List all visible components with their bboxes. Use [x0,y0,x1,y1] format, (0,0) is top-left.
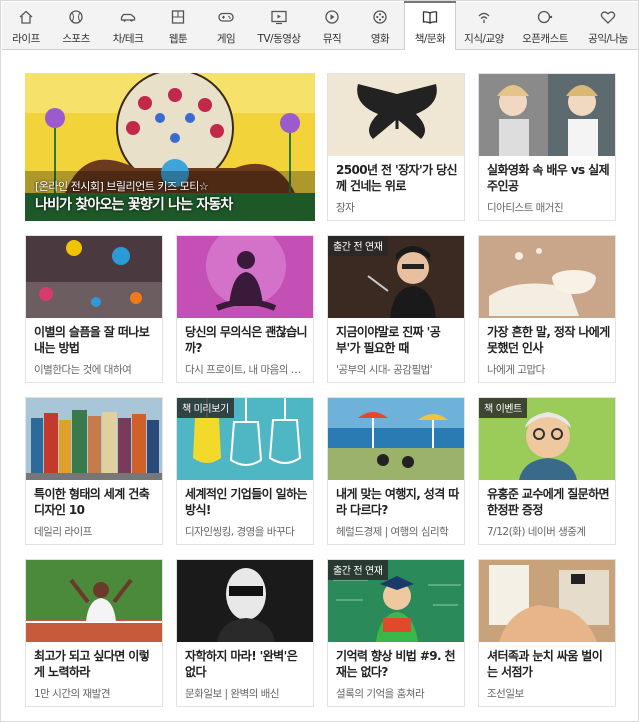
article-source: 헤럴드경제 | 여행의 심리학 [336,526,449,538]
feature-tag: [온라인 전시회] 브릴리언트 키즈 모티☆ [35,180,209,193]
gamepad-icon [202,8,250,30]
tab-car-tech[interactable]: 차/테크 [102,2,154,49]
feature-card[interactable]: [온라인 전시회] 브릴리언트 키즈 모티☆ 나비가 찾아오는 꽃향기 나는 자… [25,73,315,221]
article-title: 당신의 무의식은 괜찮습니까? [185,325,308,355]
article-card[interactable]: 가장 흔한 말, 정작 나에게 못했던 인사 나에게 고맙다 [478,235,616,383]
article-title: 내게 맞는 여행지, 성격 따라 다르다? [336,487,459,517]
open-book-icon [405,8,455,30]
article-title: 가장 흔한 말, 정작 나에게 못했던 인사 [487,325,610,355]
tab-game[interactable]: 게임 [202,2,250,49]
article-card[interactable]: 이별의 슬픔을 잘 떠나보내는 방법 이별한다는 것에 대하여 [25,235,163,383]
tab-label: 라이프 [12,33,40,45]
article-title: 유홍준 교수에게 질문하면 한정판 증정 [487,487,610,517]
article-source: 디자인씽킹, 경영을 바꾸다 [185,526,295,538]
tab-books-culture[interactable]: 책/문화 [404,1,456,50]
article-thumbnail [479,236,615,318]
tab-label: TV/동영상 [257,33,301,45]
tab-movie[interactable]: 영화 [356,2,404,49]
tab-tv-video[interactable]: TV/동영상 [250,2,308,49]
article-card[interactable]: 출간 전 연재 지금이야말로 진짜 '공부'가 필요한 때 '공부의 시대- 공… [327,235,465,383]
tab-label: 게임 [216,33,236,45]
article-thumbnail [177,560,313,642]
article-title: 자학하지 마라! '완벽'은 없다 [185,649,298,679]
knowledge-icon [456,8,512,30]
opencast-icon [512,8,578,30]
article-card[interactable]: 당신의 무의식은 괜찮습니까? 다시 프로이트, 내 마음의 상처... [176,235,314,383]
tab-webtoon[interactable]: 웹툰 [154,2,202,49]
article-source: 7/12(화) 네이버 생중계 [487,526,586,538]
article-card[interactable]: 책 이벤트 유홍준 교수에게 질문하면 한정판 증정 7/12(화) 네이버 생… [478,397,616,545]
article-source: 1만 시간의 재발견 [34,688,110,700]
heart-icon [578,8,638,30]
article-thumbnail [479,560,615,642]
tab-music[interactable]: 뮤직 [308,2,356,49]
article-card[interactable]: 실화영화 속 배우 vs 실제 주인공 디아티스트 매거진 [478,73,616,221]
article-source: 디아티스트 매거진 [487,202,564,214]
tab-label: 지식/교양 [464,33,504,45]
tab-label: 오픈캐스트 [522,33,568,45]
article-source: 장자 [336,202,355,214]
film-reel-icon [356,8,404,30]
tv-play-icon [250,8,308,30]
content-frame: 라이프 스포츠 차/테크 웹툰 게임 TV/동영상 뮤직 영화 책/문화 지식/… [0,0,639,722]
tab-opencast[interactable]: 오픈캐스트 [512,2,578,49]
article-thumbnail [177,236,313,318]
tab-label: 공익/나눔 [588,33,628,45]
article-card[interactable]: 최고가 되고 싶다면 이렇게 노력하라 1만 시간의 재발견 [25,559,163,707]
article-thumbnail [26,560,162,642]
music-play-icon [308,8,356,30]
article-title: 특이한 형태의 세계 건축 디자인 10 [34,487,150,517]
card-badge: 출간 전 연재 [328,236,388,256]
article-source: 다시 프로이트, 내 마음의 상처... [185,364,309,376]
tab-label: 차/테크 [112,33,144,45]
article-source: 나에게 고맙다 [487,364,545,376]
feature-title: 나비가 찾아오는 꽃향기 나는 자동차 [35,197,233,213]
tab-life[interactable]: 라이프 [2,2,50,49]
article-card[interactable]: 내게 맞는 여행지, 성격 따라 다르다? 헤럴드경제 | 여행의 심리학 [327,397,465,545]
tab-label: 스포츠 [62,33,90,45]
webtoon-icon [154,8,202,30]
article-thumbnail [26,398,162,480]
article-source: 이별한다는 것에 대하여 [34,364,132,376]
card-badge: 출간 전 연재 [328,560,388,580]
tab-label: 책/문화 [414,33,446,45]
house-icon [2,8,50,30]
article-card[interactable]: 출간 전 연재 기억력 향상 비법 #9. 천재는 없다? 셜록의 기억을 훔쳐… [327,559,465,707]
article-title: 2500년 전 '장자'가 당신께 건네는 위로 [336,163,458,193]
article-title: 최고가 되고 싶다면 이렇게 노력하라 [34,649,150,679]
article-source: '공부의 시대- 공감필법' [336,364,433,376]
article-thumbnail [328,398,464,480]
category-tab-bar: 라이프 스포츠 차/테크 웹툰 게임 TV/동영상 뮤직 영화 책/문화 지식/… [2,1,638,50]
article-source: 셜록의 기억을 훔쳐라 [336,688,425,700]
card-badge: 책 이벤트 [479,398,527,418]
tab-sports[interactable]: 스포츠 [50,2,102,49]
article-card[interactable]: 셔터족과 눈치 싸움 벌이는 서점가 조선일보 [478,559,616,707]
article-title: 세계적인 기업들이 일하는 방식! [185,487,308,517]
article-title: 실화영화 속 배우 vs 실제 주인공 [487,163,610,193]
tab-label: 웹툰 [168,33,188,45]
article-title: 지금이야말로 진짜 '공부'가 필요한 때 [336,325,441,355]
article-source: 데일리 라이프 [34,526,92,538]
article-source: 문화일보 | 완벽의 배신 [185,688,280,700]
article-thumbnail [479,74,615,156]
article-card[interactable]: 자학하지 마라! '완벽'은 없다 문화일보 | 완벽의 배신 [176,559,314,707]
article-card[interactable]: 2500년 전 '장자'가 당신께 건네는 위로 장자 [327,73,465,221]
article-title: 기억력 향상 비법 #9. 천재는 없다? [336,649,456,679]
article-title: 이별의 슬픔을 잘 떠나보내는 방법 [34,325,150,355]
tab-public-sharing[interactable]: 공익/나눔 [578,2,638,49]
card-badge: 책 미리보기 [177,398,234,418]
article-title: 셔터족과 눈치 싸움 벌이는 서점가 [487,649,603,679]
car-icon [102,8,154,30]
article-source: 조선일보 [487,688,524,700]
baseball-icon [50,8,102,30]
article-thumbnail [26,236,162,318]
article-card[interactable]: 특이한 형태의 세계 건축 디자인 10 데일리 라이프 [25,397,163,545]
article-card[interactable]: 책 미리보기 세계적인 기업들이 일하는 방식! 디자인씽킹, 경영을 바꾸다 [176,397,314,545]
tab-label: 영화 [370,33,390,45]
article-thumbnail [328,74,464,156]
tab-label: 뮤직 [322,33,342,45]
tab-knowledge[interactable]: 지식/교양 [456,2,512,49]
